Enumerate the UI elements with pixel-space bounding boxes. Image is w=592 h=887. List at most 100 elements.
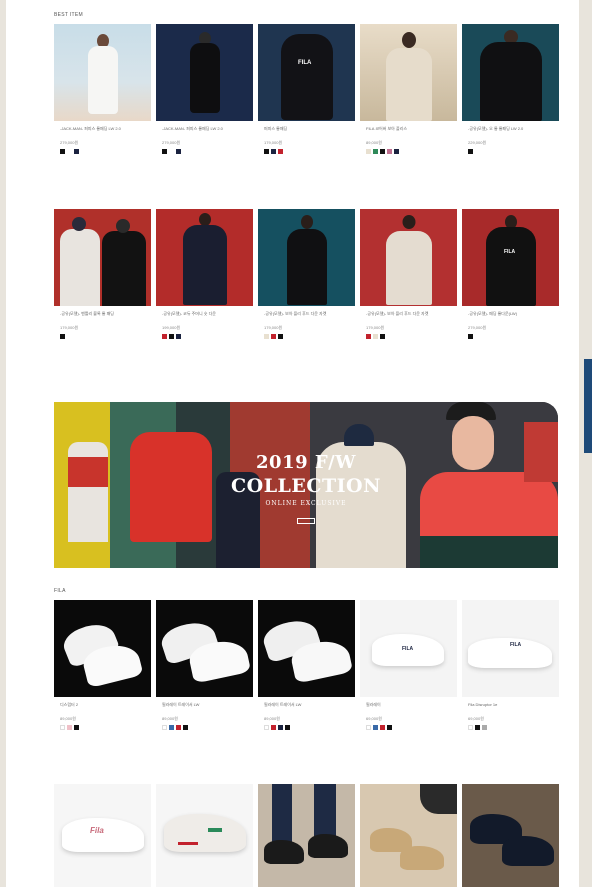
color-swatch[interactable] [162,725,167,730]
product-image[interactable] [156,24,253,121]
color-swatch[interactable] [271,334,276,339]
color-swatch[interactable] [373,334,378,339]
product-card[interactable]: 디스럽터 2 89,000원 [54,600,151,730]
color-swatch[interactable] [67,149,72,154]
color-swatch[interactable] [169,725,174,730]
product-image[interactable]: FILA [360,600,457,697]
color-swatch[interactable] [380,149,385,154]
product-card[interactable]: -공유(모델)- 보아 플리 후드 다운 자켓 179,000원 [360,209,457,339]
product-name[interactable]: -공유(모델)- 패딩 롱다운(LW) [462,311,559,323]
product-card[interactable] [258,784,355,887]
product-name[interactable]: FILA 코어버 보아 플리스 [360,126,457,138]
product-image[interactable] [360,784,457,887]
color-swatch[interactable] [162,149,167,154]
product-card[interactable]: FILA 코어버 보아 플리스 89,000원 [360,24,457,154]
color-swatch[interactable] [271,149,276,154]
color-swatch[interactable] [285,725,290,730]
product-image[interactable] [156,600,253,697]
product-image[interactable] [54,24,151,121]
product-name[interactable]: -공유(모델)- 코듀 주머니 숏 다운 [156,311,253,323]
color-swatch[interactable] [60,149,65,154]
product-image[interactable] [156,209,253,306]
product-card[interactable]: -JACK-MAN- 퍼피스 롱패딩 LW 2.0 279,000원 [54,24,151,154]
product-image[interactable] [258,209,355,306]
color-swatch[interactable] [264,149,269,154]
product-name[interactable]: -공유(모델)- 보아 플리 후드 다운 자켓 [258,311,355,323]
color-swatch[interactable] [366,725,371,730]
banner-more-button[interactable] [297,518,315,524]
product-card[interactable]: 필라레이 트레이서 LW 89,000원 [258,600,355,730]
color-swatch[interactable] [278,334,283,339]
color-swatch[interactable] [60,725,65,730]
product-card[interactable] [156,784,253,887]
color-swatch[interactable] [60,334,65,339]
product-card[interactable] [360,784,457,887]
color-swatch[interactable] [74,725,79,730]
product-name[interactable]: -공유(모델)- 오 롱 롱패딩 LW 2.0 [462,126,559,138]
color-swatch[interactable] [387,725,392,730]
color-swatch[interactable] [373,725,378,730]
product-name[interactable]: -공유(모델)- 보아 플리 후드 다운 자켓 [360,311,457,323]
product-card[interactable]: Fila [54,784,151,887]
color-swatch[interactable] [468,149,473,154]
product-card[interactable]: -공유(모델)- 보아 플리 후드 다운 자켓 179,000원 [258,209,355,339]
product-card[interactable]: -JACK-MAN- 퍼피스 롱패딩 LW 2.0 279,000원 [156,24,253,154]
product-name[interactable]: 퍼피스 롱패딩 [258,126,355,138]
product-image[interactable]: Fila [54,784,151,887]
product-image[interactable] [258,784,355,887]
product-image[interactable] [54,209,151,306]
color-swatch[interactable] [183,725,188,730]
color-swatch[interactable] [373,149,378,154]
product-image[interactable]: FILA [462,209,559,306]
product-card[interactable]: FILA Fila Disruptor 1e 69,000원 [462,600,559,730]
product-image[interactable] [258,600,355,697]
product-card[interactable]: FILA -공유(모델)- 패딩 롱다운(LW) 279,000원 [462,209,559,339]
color-swatch[interactable] [380,725,385,730]
side-floating-tab[interactable] [584,359,592,453]
color-swatch[interactable] [366,149,371,154]
color-swatch[interactable] [74,149,79,154]
color-swatch[interactable] [468,725,473,730]
color-swatch[interactable] [468,334,473,339]
color-swatch[interactable] [482,725,487,730]
product-card[interactable]: -공유(모델)- 코듀 주머니 숏 다운 199,000원 [156,209,253,339]
product-image[interactable] [156,784,253,887]
product-card[interactable]: 필라레이 트레이서 LW 89,000원 [156,600,253,730]
color-swatch[interactable] [475,725,480,730]
collection-banner[interactable]: 2019 F/W COLLECTION ONLINE EXCLUSIVE [54,402,558,568]
product-name[interactable]: 필라레이 트레이서 LW [156,702,253,714]
color-swatch[interactable] [278,725,283,730]
color-swatch[interactable] [387,149,392,154]
product-name[interactable]: -공유(모델)- 벤틀리 블록 롱 패딩 [54,311,151,323]
product-name[interactable]: 필라레이 [360,702,457,714]
product-name[interactable]: -JACK-MAN- 퍼피스 롱패딩 LW 2.0 [54,126,151,138]
product-image[interactable] [360,24,457,121]
product-card[interactable]: FILA 퍼피스 롱패딩 179,000원 [258,24,355,154]
product-card[interactable]: -공유(모델)- 오 롱 롱패딩 LW 2.0 229,000원 [462,24,559,154]
product-image[interactable] [54,600,151,697]
color-swatch[interactable] [271,725,276,730]
color-swatch[interactable] [264,334,269,339]
product-name[interactable]: -JACK-MAN- 퍼피스 롱패딩 LW 2.0 [156,126,253,138]
product-card[interactable]: FILA 필라레이 69,000원 [360,600,457,730]
color-swatch[interactable] [278,149,283,154]
color-swatch[interactable] [176,149,181,154]
color-swatch[interactable] [162,334,167,339]
product-name[interactable]: 디스럽터 2 [54,702,151,714]
color-swatch[interactable] [366,334,371,339]
color-swatch[interactable] [169,334,174,339]
product-name[interactable]: Fila Disruptor 1e [462,702,559,714]
color-swatch[interactable] [169,149,174,154]
product-image[interactable]: FILA [258,24,355,121]
color-swatch[interactable] [176,725,181,730]
product-image[interactable] [462,784,559,887]
color-swatch[interactable] [67,725,72,730]
product-card[interactable] [462,784,559,887]
product-name[interactable]: 필라레이 트레이서 LW [258,702,355,714]
color-swatch[interactable] [380,334,385,339]
product-image[interactable] [462,24,559,121]
product-image[interactable]: FILA [462,600,559,697]
color-swatch[interactable] [394,149,399,154]
product-image[interactable] [360,209,457,306]
product-card[interactable]: -공유(모델)- 벤틀리 블록 롱 패딩 179,000원 [54,209,151,339]
